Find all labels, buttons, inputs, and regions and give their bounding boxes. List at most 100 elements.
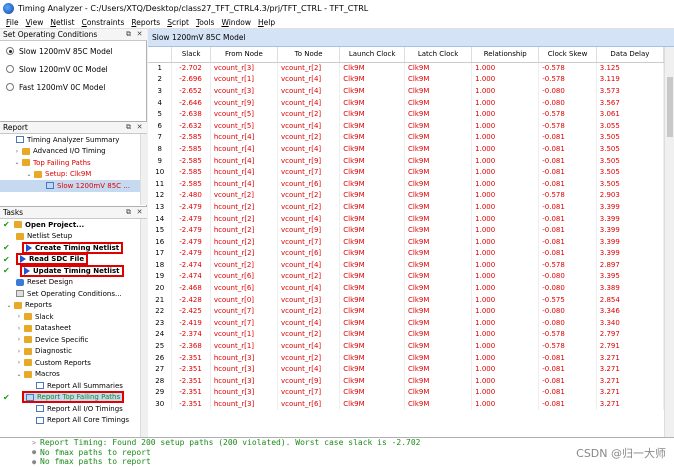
table-row[interactable]: 24 -2.374 vcount_r[1] vcount_r[2] Clk9M Clk9M… [148,328,665,341]
table-row[interactable]: 11 -2.585 hcount_r[4] vcount_r[6] Clk9M Clk9M… [148,177,665,190]
table-row[interactable]: 8 -2.585 hcount_r[4] vcount_r[4] Clk9M Clk9M 1… [148,143,665,155]
table-row[interactable]: 21 -2.428 vcount_r[0] vcount_r[3] Clk9M Clk9M… [148,293,665,306]
tasks-scrollbar[interactable] [140,219,147,438]
table-row[interactable]: 4 -2.646 vcount_r[9] vcount_r[4] Clk9M Clk9M 1… [148,96,665,109]
table-row[interactable]: 6 -2.632 vcount_r[5] vcount_r[4] Clk9M Clk9M 1… [148,119,665,132]
report-item-slow-85c[interactable]: Slow 1200mV 85C ... [0,180,147,192]
condition-option-slow-0c[interactable]: Slow 1200mV 0C Model [0,61,147,77]
menu-window[interactable]: Window [221,18,251,27]
table-row[interactable]: 20 -2.468 vcount_r[6] vcount_r[4] Clk9M Clk9M… [148,282,665,294]
tasks-pane: Tasks ⧉ ✕ ✔ Open Project... Netlist Setup… [0,206,147,438]
restore-icon[interactable]: ⧉ [124,123,133,132]
table-row[interactable]: 10 -2.585 hcount_r[4] vcount_r[7] Clk9M Clk9M… [148,166,665,178]
task-datasheet[interactable]: › Datasheet [0,323,147,335]
chevron-right-icon[interactable]: › [16,348,22,355]
report-scrollbar[interactable] [140,134,147,205]
radio-selected-icon[interactable] [6,47,14,55]
report-item-top-failing[interactable]: ⌄ Top Failing Paths [0,157,147,169]
condition-option-slow-85c[interactable]: Slow 1200mV 85C Model [0,43,147,59]
column-header[interactable]: From Node [210,47,278,63]
table-row[interactable]: 22 -2.425 vcount_r[7] vcount_r[2] Clk9M Clk9M… [148,305,665,318]
chevron-down-icon[interactable]: ⌄ [26,171,32,178]
task-set-operating-conditions[interactable]: Set Operating Conditions... [0,288,147,300]
menu-constraints[interactable]: Constraints [82,18,125,27]
column-header[interactable]: Clock Skew [538,47,597,63]
table-row[interactable]: 29 -2.351 hcount_r[3] vcount_r[7] Clk9M Clk9M… [148,386,665,399]
chevron-right-icon[interactable]: › [16,336,22,343]
close-icon[interactable]: ✕ [135,208,144,217]
close-icon[interactable]: ✕ [135,123,144,132]
table-scrollbar[interactable] [664,47,674,437]
chevron-right-icon[interactable]: › [14,148,20,155]
chevron-down-icon[interactable]: ⌄ [16,371,22,378]
table-cell: -0.081 [538,154,597,167]
table-row[interactable]: 5 -2.638 vcount_r[5] vcount_r[2] Clk9M Clk9M 1… [148,108,665,120]
chevron-down-icon[interactable]: ⌄ [6,302,12,309]
column-header[interactable]: Latch Clock [404,47,473,63]
task-diagnostic[interactable]: › Diagnostic [0,346,147,358]
table-cell: Clk9M [404,317,473,329]
table-row[interactable]: 2 -2.696 vcount_r[1] vcount_r[4] Clk9M Clk9M 1… [148,73,665,86]
table-row[interactable]: 9 -2.585 hcount_r[4] vcount_r[9] Clk9M Clk9M 1… [148,154,665,167]
table-row[interactable]: 3 -2.652 vcount_r[3] vcount_r[4] Clk9M Clk9M 1… [148,85,665,97]
task-open-project[interactable]: ✔ Open Project... [0,219,147,231]
close-icon[interactable]: ✕ [135,30,144,39]
restore-icon[interactable]: ⧉ [124,208,133,217]
table-row[interactable]: 26 -2.351 hcount_r[3] vcount_r[2] Clk9M Clk9M… [148,351,665,364]
task-create-timing-netlist[interactable]: ✔ Create Timing Netlist [0,241,147,254]
condition-option-fast-0c[interactable]: Fast 1200mV 0C Model [0,79,147,95]
column-header[interactable]: Data Delay [596,47,665,63]
scroll-thumb[interactable] [667,77,673,137]
chevron-right-icon[interactable]: › [16,359,22,366]
radio-icon[interactable] [6,83,14,91]
task-slack[interactable]: › Slack [0,311,147,323]
table-row[interactable]: 1 -2.702 vcount_r[3] vcount_r[2] Clk9M Clk9M 1… [148,62,665,74]
task-report-all-core-timings[interactable]: Report All Core Timings [0,415,147,427]
table-row[interactable]: 14 -2.479 hcount_r[2] vcount_r[4] Clk9M Clk9M… [148,212,665,225]
task-reports[interactable]: ⌄ Reports [0,300,147,312]
chevron-right-icon[interactable]: › [16,325,22,332]
menu-reports[interactable]: Reports [131,18,160,27]
table-row[interactable]: 13 -2.479 hcount_r[2] vcount_r[2] Clk9M Clk9M… [148,201,665,213]
table-row[interactable]: 27 -2.351 hcount_r[3] vcount_r[4] Clk9M Clk9M… [148,363,665,376]
table-row[interactable]: 30 -2.351 hcount_r[3] vcount_r[6] Clk9M Clk9M… [148,398,665,410]
report-item-summary[interactable]: Timing Analyzer Summary [0,134,147,146]
task-reset-design[interactable]: Reset Design [0,277,147,289]
report-item-advanced-io[interactable]: › Advanced I/O Timing [0,146,147,158]
table-row[interactable]: 28 -2.351 hcount_r[3] vcount_r[9] Clk9M Clk9M… [148,375,665,387]
report-item-setup-clk9m[interactable]: ⌄ Setup: Clk9M [0,169,147,181]
task-read-sdc-file[interactable]: ✔ Read SDC File [0,253,147,266]
table-row[interactable]: 12 -2.480 vcount_r[2] vcount_r[2] Clk9M Clk9M… [148,189,665,202]
menu-script[interactable]: Script [167,18,189,27]
table-row[interactable]: 15 -2.479 hcount_r[2] vcount_r[9] Clk9M Clk9M… [148,224,665,236]
task-custom-reports[interactable]: › Custom Reports [0,357,147,369]
chevron-right-icon[interactable]: › [16,313,22,320]
restore-icon[interactable]: ⧉ [124,30,133,39]
task-device-specific[interactable]: › Device Specific [0,334,147,346]
menu-netlist[interactable]: Netlist [50,18,74,27]
table-row[interactable]: 19 -2.474 vcount_r[6] vcount_r[2] Clk9M Clk9M… [148,270,665,283]
task-update-timing-netlist[interactable]: ✔ Update Timing Netlist [0,264,147,277]
table-row[interactable]: 25 -2.368 vcount_r[1] vcount_r[4] Clk9M Clk9M… [148,340,665,352]
column-header[interactable]: Slack [171,47,211,63]
task-netlist-setup[interactable]: Netlist Setup [0,231,147,243]
column-header[interactable] [148,47,173,63]
task-report-all-io-timings[interactable]: Report All I/O Timings [0,403,147,415]
column-header[interactable]: To Node [277,47,341,63]
task-macros[interactable]: ⌄ Macros [0,369,147,381]
menu-help[interactable]: Help [258,18,275,27]
table-row[interactable]: 23 -2.419 vcount_r[7] vcount_r[4] Clk9M Clk9M… [148,317,665,329]
task-report-all-summaries[interactable]: Report All Summaries [0,380,147,392]
menu-file[interactable]: File [6,18,19,27]
column-header[interactable]: Launch Clock [339,47,406,63]
table-row[interactable]: 17 -2.479 hcount_r[2] vcount_r[6] Clk9M Clk9M… [148,247,665,260]
table-row[interactable]: 18 -2.474 vcount_r[2] vcount_r[4] Clk9M Clk9M… [148,259,665,271]
radio-icon[interactable] [6,65,14,73]
task-report-top-failing-paths[interactable]: ✔ Report Top Failing Paths [0,391,147,404]
menu-tools[interactable]: Tools [196,18,214,27]
column-header[interactable]: Relationship [471,47,540,63]
menu-view[interactable]: View [26,18,44,27]
chevron-down-icon[interactable]: ⌄ [14,159,20,166]
table-row[interactable]: 16 -2.479 hcount_r[2] vcount_r[7] Clk9M Clk9M… [148,235,665,248]
table-row[interactable]: 7 -2.585 hcount_r[4] vcount_r[2] Clk9M Clk9M 1… [148,131,665,144]
